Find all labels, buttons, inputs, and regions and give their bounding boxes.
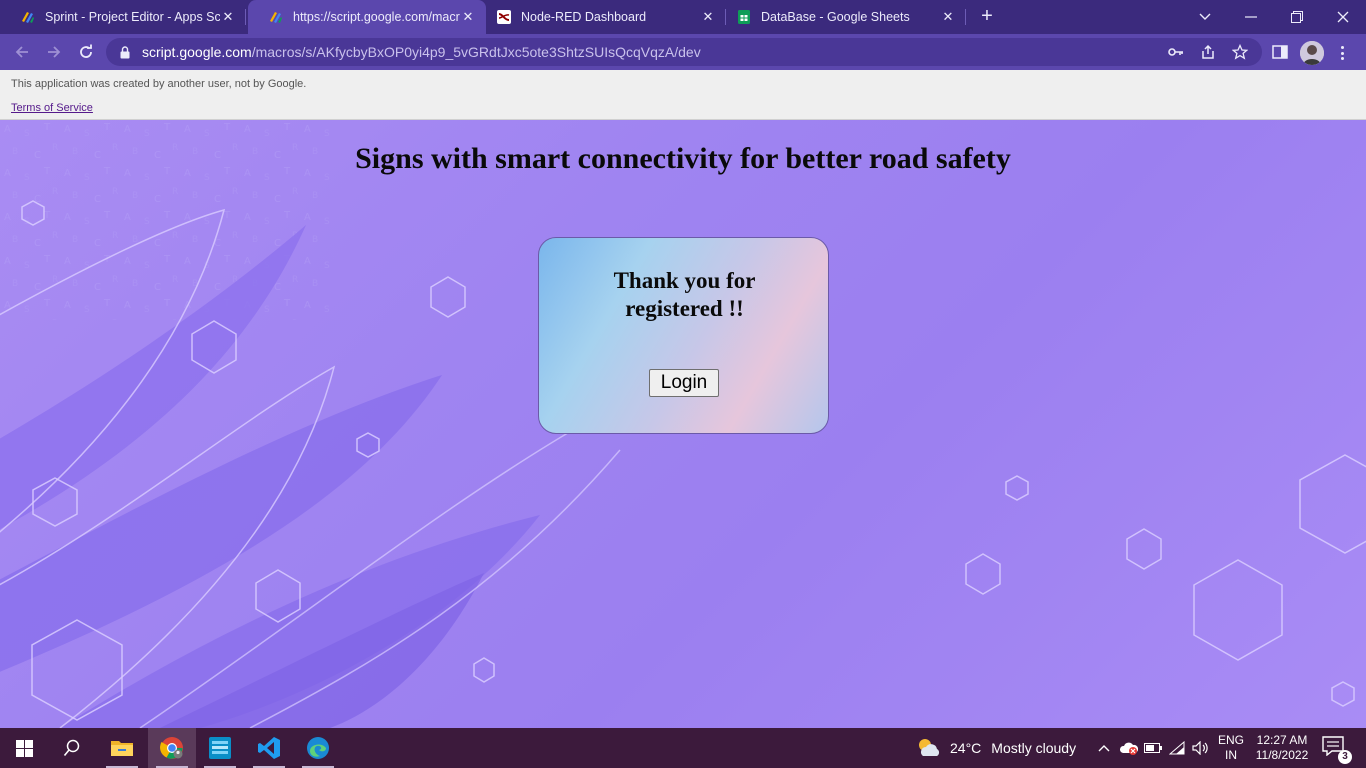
weather-condition: Mostly cloudy <box>991 740 1077 756</box>
windows-taskbar: 24°C Mostly cloudy ENG IN 12:27 AM 11/8/… <box>0 728 1366 768</box>
terms-of-service-link[interactable]: Terms of Service <box>11 102 93 114</box>
side-panel-icon[interactable] <box>1270 42 1290 62</box>
windows-start-icon[interactable] <box>0 728 48 768</box>
tab-script-google-macros[interactable]: https://script.google.com/macros ✕ <box>248 0 486 34</box>
apps-script-icon <box>268 9 284 25</box>
input-language-indicator[interactable]: ENG IN <box>1218 733 1244 763</box>
browser-menu-icon[interactable] <box>1336 43 1348 63</box>
weather-widget[interactable]: 24°C Mostly cloudy <box>916 728 1076 768</box>
close-tab-icon[interactable]: ✕ <box>940 9 956 25</box>
browser-tab-strip: Sprint - Project Editor - Apps Scri ✕ ht… <box>0 0 1366 34</box>
tab-search-chevron-icon[interactable] <box>1182 0 1228 34</box>
restore-window-icon[interactable] <box>1274 0 1320 34</box>
language-region: IN <box>1225 748 1237 762</box>
key-icon[interactable] <box>1166 42 1186 62</box>
close-tab-icon[interactable]: ✕ <box>700 9 716 25</box>
tab-database-google-sheets[interactable]: DataBase - Google Sheets ✕ <box>716 0 966 34</box>
bookmark-star-icon[interactable] <box>1230 42 1250 62</box>
search-icon[interactable] <box>48 728 96 768</box>
system-clock[interactable]: 12:27 AM 11/8/2022 <box>1250 733 1314 763</box>
back-arrow-icon[interactable] <box>10 40 34 64</box>
volume-icon[interactable] <box>1190 728 1212 768</box>
chrome-icon[interactable] <box>148 728 196 768</box>
minimize-window-icon[interactable] <box>1228 0 1274 34</box>
apps-script-warning-banner: This application was created by another … <box>0 70 1366 120</box>
partly-cloudy-icon <box>916 736 942 761</box>
confirmation-message: Thank you for registered !! <box>539 267 830 323</box>
close-window-icon[interactable] <box>1320 0 1366 34</box>
forward-arrow-icon[interactable] <box>42 40 66 64</box>
page-content: A S T B C R <box>0 120 1366 728</box>
notification-center-icon[interactable]: 3 <box>1322 736 1352 764</box>
edge-icon[interactable] <box>294 728 342 768</box>
url-path: /macros/s/AKfycbyBxOP0yi4p9_5vGRdtJxc5ot… <box>251 44 701 60</box>
tab-title: DataBase - Google Sheets <box>761 10 910 24</box>
wifi-icon[interactable] <box>1166 728 1188 768</box>
notification-count-badge: 3 <box>1338 750 1352 764</box>
file-explorer-icon[interactable] <box>98 728 146 768</box>
tab-title: Node-RED Dashboard <box>521 10 647 24</box>
clock-date: 11/8/2022 <box>1255 748 1309 762</box>
apps-script-icon <box>20 9 36 25</box>
page-title: Signs with smart connectivity for better… <box>355 142 1011 175</box>
close-tab-icon[interactable]: ✕ <box>460 9 476 25</box>
share-icon[interactable] <box>1198 42 1218 62</box>
address-bar[interactable]: script.google.com/macros/s/AKfycbyBxOP0y… <box>106 38 1262 66</box>
message-line-1: Thank you for <box>613 268 756 293</box>
tab-node-red-dashboard[interactable]: Node-RED Dashboard ✕ <box>476 0 726 34</box>
google-sheets-icon <box>736 9 752 25</box>
tab-title: https://script.google.com/macros <box>293 10 460 24</box>
weather-temperature: 24°C <box>950 740 982 756</box>
language-code: ENG <box>1218 733 1245 747</box>
confirmation-card: Thank you for registered !! Login <box>538 237 829 434</box>
clock-time: 12:27 AM <box>1256 733 1308 747</box>
new-tab-plus-icon[interactable]: + <box>976 6 998 28</box>
browser-toolbar: script.google.com/macros/s/AKfycbyBxOP0y… <box>0 34 1366 70</box>
message-line-2: registered !! <box>625 296 744 321</box>
close-tab-icon[interactable]: ✕ <box>220 9 236 25</box>
tab-sprint-project-editor[interactable]: Sprint - Project Editor - Apps Scri ✕ <box>0 0 246 34</box>
url-text: script.google.com/macros/s/AKfycbyBxOP0y… <box>142 44 701 60</box>
node-red-icon <box>496 9 512 25</box>
battery-icon[interactable] <box>1142 728 1164 768</box>
login-button[interactable]: Login <box>649 369 719 397</box>
url-host: script.google.com <box>142 44 252 60</box>
tab-title: Sprint - Project Editor - Apps Scri <box>45 10 220 24</box>
cloud-sync-icon[interactable] <box>1118 728 1140 768</box>
warning-text: This application was created by another … <box>11 78 307 90</box>
reload-icon[interactable] <box>74 40 98 64</box>
show-hidden-icons-chevron-icon[interactable] <box>1094 728 1114 768</box>
profile-avatar[interactable] <box>1300 41 1324 65</box>
lock-icon[interactable] <box>118 45 132 59</box>
azure-app-icon[interactable] <box>196 728 244 768</box>
vscode-icon[interactable] <box>245 728 293 768</box>
